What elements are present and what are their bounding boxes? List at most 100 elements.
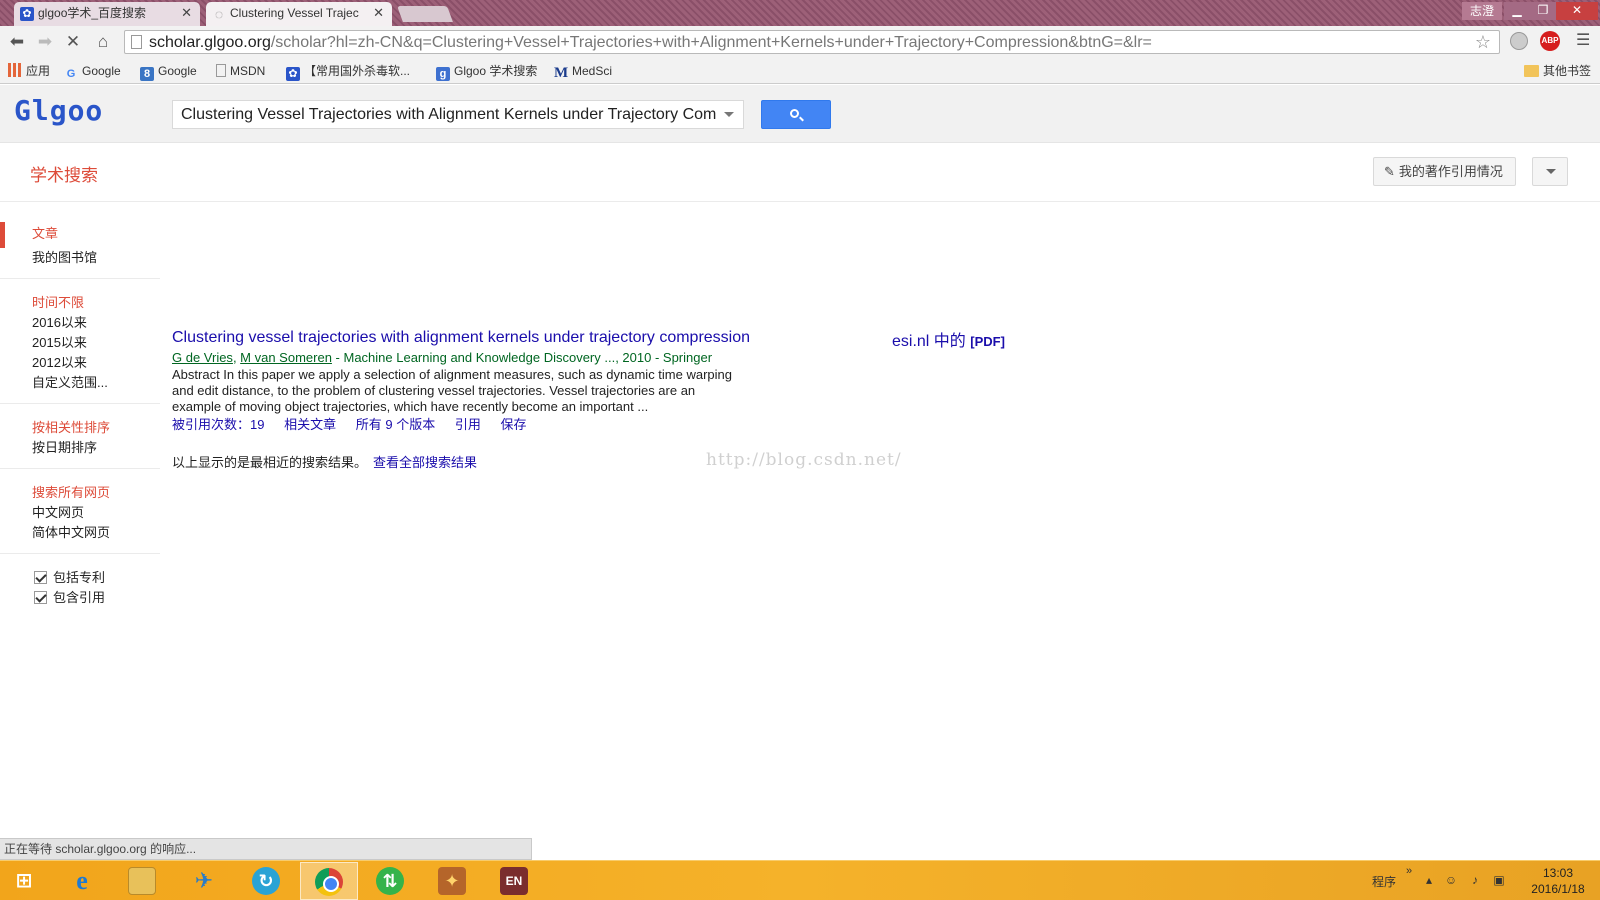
page-icon [131, 35, 142, 49]
tab-clustering-vessel[interactable]: ◌ Clustering Vessel Trajec ✕ [206, 2, 392, 26]
sidebar-item-since-2012[interactable]: 2012以来 [0, 353, 160, 373]
taskbar-explorer[interactable] [114, 862, 172, 900]
paw-icon: ✿ [20, 7, 34, 21]
bookmark-google-1[interactable]: G Google [64, 62, 121, 81]
sidebar-item-since-2015[interactable]: 2015以来 [0, 333, 160, 353]
sidebar-item-articles[interactable]: 文章 [0, 222, 160, 248]
sidebar-item-since-2016[interactable]: 2016以来 [0, 313, 160, 333]
taskbar-player[interactable]: ↻ [238, 862, 296, 900]
taskbar-green-app[interactable]: ⇅ [362, 862, 420, 900]
other-bookmarks[interactable]: 其他书签 [1524, 62, 1591, 80]
scholar-header: Glgoo Clustering Vessel Trajectories wit… [0, 85, 1600, 143]
home-icon[interactable]: ⌂ [92, 31, 114, 53]
forward-arrow-icon[interactable]: ➡ [34, 31, 56, 53]
glgoo-logo[interactable]: Glgoo [14, 94, 103, 127]
sidebar-item-custom-range[interactable]: 自定义范围... [0, 373, 160, 393]
start-button[interactable]: ⊞ [4, 862, 44, 900]
page-title[interactable]: 学术搜索 [30, 161, 98, 186]
profile-name[interactable]: 志澄 [1462, 2, 1503, 20]
double-chevron-icon[interactable]: » [1406, 865, 1412, 877]
medsci-icon: M [554, 65, 569, 81]
close-icon[interactable]: ✕ [181, 2, 192, 24]
windows-taskbar: ⊞ e ✈ ↻ ⇅ ✦ EN 程序 » ▴ ☺ ♪ ▣ 13:03 2016/1… [0, 860, 1600, 900]
bookmarks-bar: 应用 G Google 8 Google MSDN ✿ 【常用国外杀毒软... g Gl… [0, 58, 1600, 84]
maximize-button[interactable]: ❐ [1530, 2, 1556, 20]
taskbar-ie[interactable]: e [54, 862, 112, 900]
sidebar: 文章 我的图书馆 时间不限 2016以来 2015以来 2012以来 自定义范围… [0, 222, 160, 632]
save-link[interactable]: 保存 [500, 417, 526, 432]
sidebar-item-all-pages[interactable]: 搜索所有网页 [0, 483, 160, 503]
taskbar-clock[interactable]: 13:03 2016/1/18 [1518, 865, 1598, 897]
taskbar-game[interactable]: ✦ [424, 862, 482, 900]
show-all-results-link[interactable]: 查看全部搜索结果 [373, 455, 477, 470]
bookmark-label: MedSci [572, 64, 613, 78]
sidebar-item-chinese-pages[interactable]: 中文网页 [0, 503, 160, 523]
search-input[interactable]: Clustering Vessel Trajectories with Alig… [172, 100, 744, 129]
more-menu-button[interactable] [1532, 157, 1568, 186]
sidebar-group-options: 包括专利 包含引用 [0, 568, 160, 618]
google-icon: G [66, 68, 76, 80]
volume-icon[interactable]: ♪ [1468, 873, 1482, 887]
result-snippet: Abstract In this paper we apply a select… [172, 367, 732, 414]
taskbar-dictionary[interactable]: EN [486, 862, 544, 900]
bookmark-msdn[interactable]: MSDN [216, 62, 265, 80]
sidebar-item-sort-date[interactable]: 按日期排序 [0, 438, 160, 458]
my-citations-button[interactable]: ✎ 我的著作引用情况 [1373, 157, 1516, 186]
result-fulltext-link[interactable]: esi.nl 中的 [PDF] [892, 327, 1005, 351]
related-articles-link[interactable]: 相关文章 [284, 417, 336, 432]
network-icon[interactable]: ▣ [1492, 873, 1506, 887]
bookmark-google-2[interactable]: 8 Google [140, 62, 197, 81]
close-icon[interactable]: ✕ [373, 2, 384, 24]
browser-titlebar: ✿ glgoo学术_百度搜索 ✕ ◌ Clustering Vessel Tra… [0, 0, 1600, 26]
tab-glgoo-baidu[interactable]: ✿ glgoo学术_百度搜索 ✕ [14, 2, 200, 26]
glgoo-icon: g [436, 67, 450, 81]
chevron-down-icon[interactable] [724, 112, 734, 117]
sidebar-item-simplified-chinese[interactable]: 简体中文网页 [0, 523, 160, 543]
author-link[interactable]: M van Someren [240, 350, 332, 365]
cited-by-link[interactable]: 被引用次数：19 [172, 417, 264, 432]
include-patents-checkbox[interactable]: 包括专利 [0, 568, 160, 588]
all-versions-link[interactable]: 所有 9 个版本 [356, 417, 435, 432]
result-authors: G de Vries, M van Someren - Machine Lear… [172, 350, 713, 365]
sidebar-item-sort-relevance[interactable]: 按相关性排序 [0, 418, 160, 438]
sidebar-item-any-time[interactable]: 时间不限 [0, 293, 160, 313]
search-result: Clustering vessel trajectories with alig… [172, 327, 1012, 434]
include-citations-checkbox[interactable]: 包含引用 [0, 588, 160, 608]
search-button[interactable] [761, 100, 831, 129]
adblock-icon[interactable]: ABP [1540, 31, 1560, 51]
address-bar[interactable]: scholar.glgoo.org/scholar?hl=zh-CN&q=Clu… [124, 30, 1500, 54]
minimize-button[interactable]: ▁ [1504, 2, 1530, 20]
caret-up-icon[interactable]: ▴ [1422, 873, 1436, 887]
qq-icon[interactable]: ☺ [1444, 873, 1458, 887]
status-bubble: 正在等待 scholar.glgoo.org 的响应... [0, 838, 532, 860]
result-meta: - Machine Learning and Knowledge Discove… [331, 350, 713, 365]
author-link[interactable]: G de Vries [172, 350, 233, 365]
sidebar-item-my-library[interactable]: 我的图书馆 [0, 248, 160, 268]
loading-icon: ◌ [214, 6, 224, 22]
stop-icon[interactable]: ✕ [62, 31, 84, 53]
cite-link[interactable]: 引用 [455, 417, 481, 432]
sidebar-group-library: 文章 我的图书馆 [0, 222, 160, 279]
taskbar-plane-app[interactable]: ✈ [176, 862, 234, 900]
bookmark-label: 其他书签 [1543, 64, 1592, 78]
globe-extension-icon[interactable] [1510, 32, 1528, 50]
game-icon: ✦ [438, 867, 466, 895]
page-icon [216, 64, 226, 77]
checkbox-checked-icon[interactable] [34, 591, 47, 604]
bookmark-antivirus[interactable]: ✿ 【常用国外杀毒软... [286, 62, 410, 81]
taskbar-chrome[interactable] [300, 862, 358, 900]
bookmark-apps[interactable]: 应用 [8, 62, 50, 80]
star-icon[interactable]: ☆ [1475, 31, 1491, 53]
url-path: /scholar?hl=zh-CN&q=Clustering+Vessel+Tr… [270, 34, 1152, 51]
hamburger-menu-icon[interactable]: ☰ [1576, 30, 1590, 50]
close-window-button[interactable]: ✕ [1556, 2, 1598, 20]
new-tab-button[interactable] [397, 6, 453, 22]
checkbox-checked-icon[interactable] [34, 571, 47, 584]
result-title-link[interactable]: Clustering vessel trajectories with alig… [172, 327, 1012, 349]
back-arrow-icon[interactable]: ⬅ [6, 31, 28, 53]
tray-programs-label[interactable]: 程序 [1372, 873, 1396, 890]
url-text[interactable]: scholar.glgoo.org/scholar?hl=zh-CN&q=Clu… [149, 33, 1152, 52]
bookmark-glgoo-scholar[interactable]: g Glgoo 学术搜索 [436, 62, 537, 81]
bookmark-medsci[interactable]: M MedSci [554, 62, 613, 81]
dictionary-icon: EN [500, 867, 528, 895]
